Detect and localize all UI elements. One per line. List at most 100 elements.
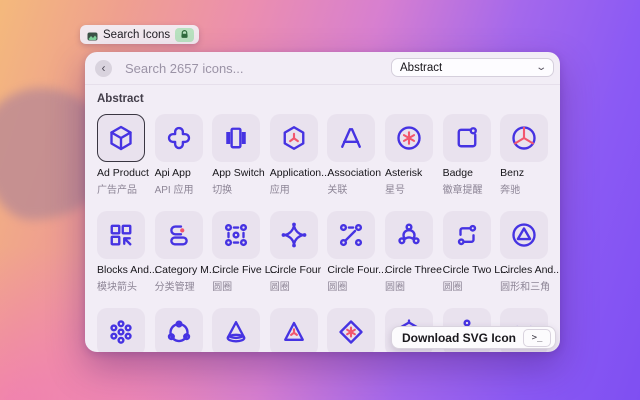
icon-name-en: Asterisk bbox=[384, 167, 423, 179]
icon-name-en: Benz bbox=[500, 167, 525, 179]
icon-tile-app-switch[interactable]: App Switch 切换 bbox=[212, 114, 265, 196]
circle-five-line-icon bbox=[225, 223, 248, 247]
icon-name-zh: 应用 bbox=[269, 185, 290, 196]
icon-name-zh: 关联 bbox=[327, 185, 348, 196]
icon-tile-blocks-and-arrows[interactable]: Blocks And... 模块箭头 bbox=[97, 211, 158, 293]
icon-preview[interactable] bbox=[500, 114, 549, 162]
icon-name-zh: 分类管理 bbox=[154, 282, 195, 293]
converging-gateway-icon bbox=[339, 320, 364, 344]
ad-product-icon bbox=[110, 125, 132, 151]
download-tooltip: Download SVG Icon >_ bbox=[390, 326, 556, 349]
icon-preview[interactable] bbox=[327, 308, 376, 352]
chevron-down-icon: ⌄ bbox=[534, 62, 547, 73]
icon-name-en: App Switch bbox=[212, 167, 265, 179]
asterisk-icon bbox=[397, 126, 421, 150]
icon-name-zh: 奔驰 bbox=[500, 185, 521, 196]
launcher-pill[interactable]: Search Icons bbox=[80, 25, 200, 44]
icon-preview[interactable] bbox=[97, 308, 145, 352]
icon-name-en: Badge bbox=[442, 167, 473, 179]
icon-name-zh: 切换 bbox=[212, 185, 233, 196]
icon-preview[interactable] bbox=[97, 211, 145, 259]
icon-name-en: Circle Two L... bbox=[442, 264, 509, 276]
icon-tile-circle-four[interactable]: Circle Four 圆圈 bbox=[269, 211, 322, 293]
icon-preview[interactable] bbox=[442, 211, 491, 259]
circular-connection-icon bbox=[167, 320, 190, 343]
icon-name-zh: 圆圈 bbox=[384, 282, 405, 293]
icon-name-en: Circle Four bbox=[269, 264, 322, 276]
icon-tile-association[interactable]: Association 关联 bbox=[327, 114, 382, 196]
icon-tile-cone[interactable]: Cone圆锥 bbox=[212, 308, 261, 352]
icon-name-zh: 圆圈 bbox=[269, 282, 290, 293]
icon-preview[interactable] bbox=[269, 211, 318, 259]
icon-name-zh: API 应用 bbox=[154, 185, 194, 196]
icon-preview[interactable] bbox=[154, 308, 203, 352]
application-icon bbox=[283, 126, 305, 150]
circle-three-icon bbox=[398, 223, 420, 245]
icon-tile-circle-four-line[interactable]: Circle Four... 圆圈 bbox=[327, 211, 387, 293]
icon-grid: Ad Product 广告产品 Api App API 应用 App Switch 切换 A… bbox=[97, 114, 560, 352]
icon-preview[interactable] bbox=[97, 114, 145, 162]
circle-four-icon bbox=[281, 222, 307, 248]
circles-seven-icon bbox=[110, 320, 132, 344]
icon-tile-circle-five-line[interactable]: Circle Five L... 圆圈 bbox=[212, 211, 280, 293]
download-tooltip-label: Download SVG Icon bbox=[401, 330, 516, 345]
category-dropdown[interactable]: Abstract ⌄ bbox=[391, 58, 554, 77]
icon-preview[interactable] bbox=[384, 211, 433, 259]
icon-tile-circle-two-line[interactable]: Circle Two L... 圆圈 bbox=[442, 211, 509, 293]
icon-tile-circles-seven[interactable]: Circles Seven圆圈 bbox=[97, 308, 145, 352]
icon-name-en: Api App bbox=[154, 167, 191, 179]
circle-two-line-icon bbox=[457, 224, 476, 246]
icon-tile-ad-product[interactable]: Ad Product 广告产品 bbox=[97, 114, 149, 196]
icon-preview[interactable] bbox=[327, 114, 376, 162]
icon-tile-api-app[interactable]: Api App API 应用 bbox=[154, 114, 203, 196]
icon-tile-benz[interactable]: Benz 奔驰 bbox=[500, 114, 549, 196]
icon-preview[interactable] bbox=[269, 114, 318, 162]
icon-preview[interactable] bbox=[384, 114, 433, 162]
back-button[interactable]: ‹ bbox=[95, 59, 112, 77]
icon-tile-converging-gateway[interactable]: Converging...汇聚网关 bbox=[327, 308, 376, 352]
blocks-and-arrows-icon bbox=[110, 224, 132, 246]
icon-name-zh: 圆圈 bbox=[327, 282, 348, 293]
icon-preview[interactable] bbox=[500, 211, 549, 259]
icon-tile-badge[interactable]: Badge 徽章提醒 bbox=[442, 114, 491, 196]
icon-tile-circles-and-triangles[interactable]: Circles And... 圆形和三角 bbox=[500, 211, 560, 293]
icon-preview[interactable] bbox=[212, 211, 261, 259]
icon-name-zh: 圆圈 bbox=[442, 282, 463, 293]
icon-name-en: Category M... bbox=[154, 264, 218, 276]
icon-name-en: Application... bbox=[269, 167, 330, 179]
association-icon bbox=[341, 128, 362, 148]
icon-tile-application[interactable]: Application... 应用 bbox=[269, 114, 330, 196]
icon-name-en: Ad Product bbox=[97, 167, 149, 179]
icon-tile-category-management[interactable]: Category M... 分类管理 bbox=[154, 211, 218, 293]
category-selected-value: Abstract bbox=[400, 61, 443, 74]
icon-name-zh: 模块箭头 bbox=[97, 282, 137, 293]
icon-name-en: Association bbox=[327, 167, 382, 179]
icon-tile-circle-three[interactable]: Circle Three 圆圈 bbox=[384, 211, 442, 293]
icon-tile-circular-connection[interactable]: Circular Con...圆形连接 bbox=[154, 308, 203, 352]
icon-preview[interactable] bbox=[154, 211, 203, 259]
icon-name-en: Circles And... bbox=[500, 264, 560, 276]
icon-preview[interactable] bbox=[269, 308, 318, 352]
icon-name-zh: 徽章提醒 bbox=[442, 185, 483, 196]
circles-and-triangles-icon bbox=[512, 223, 536, 247]
circle-four-line-icon bbox=[340, 223, 363, 247]
icon-name-en: Circle Four... bbox=[327, 264, 387, 276]
terminal-shortcut-button[interactable]: >_ bbox=[523, 328, 551, 347]
icon-name-en: Circle Five L... bbox=[212, 264, 280, 276]
icon-preview[interactable] bbox=[212, 114, 261, 162]
icon-name-en: Blocks And... bbox=[97, 264, 158, 276]
icon-name-zh: 圆形和三角 bbox=[500, 282, 551, 293]
badge-icon bbox=[457, 127, 477, 148]
icon-preview[interactable] bbox=[154, 114, 203, 162]
icon-preview[interactable] bbox=[442, 114, 491, 162]
lock-chip[interactable] bbox=[175, 27, 195, 42]
icon-preview[interactable] bbox=[212, 308, 261, 352]
icon-name-zh: 星号 bbox=[384, 185, 405, 196]
icon-tile-cones[interactable]: Cones圆锥体 bbox=[269, 308, 318, 352]
app-switch-icon bbox=[226, 127, 246, 149]
icon-tile-asterisk[interactable]: Asterisk 星号 bbox=[384, 114, 433, 196]
api-app-icon bbox=[167, 126, 190, 150]
app-icon bbox=[87, 29, 98, 41]
icon-preview[interactable] bbox=[327, 211, 376, 259]
section-title: Abstract bbox=[97, 93, 144, 105]
